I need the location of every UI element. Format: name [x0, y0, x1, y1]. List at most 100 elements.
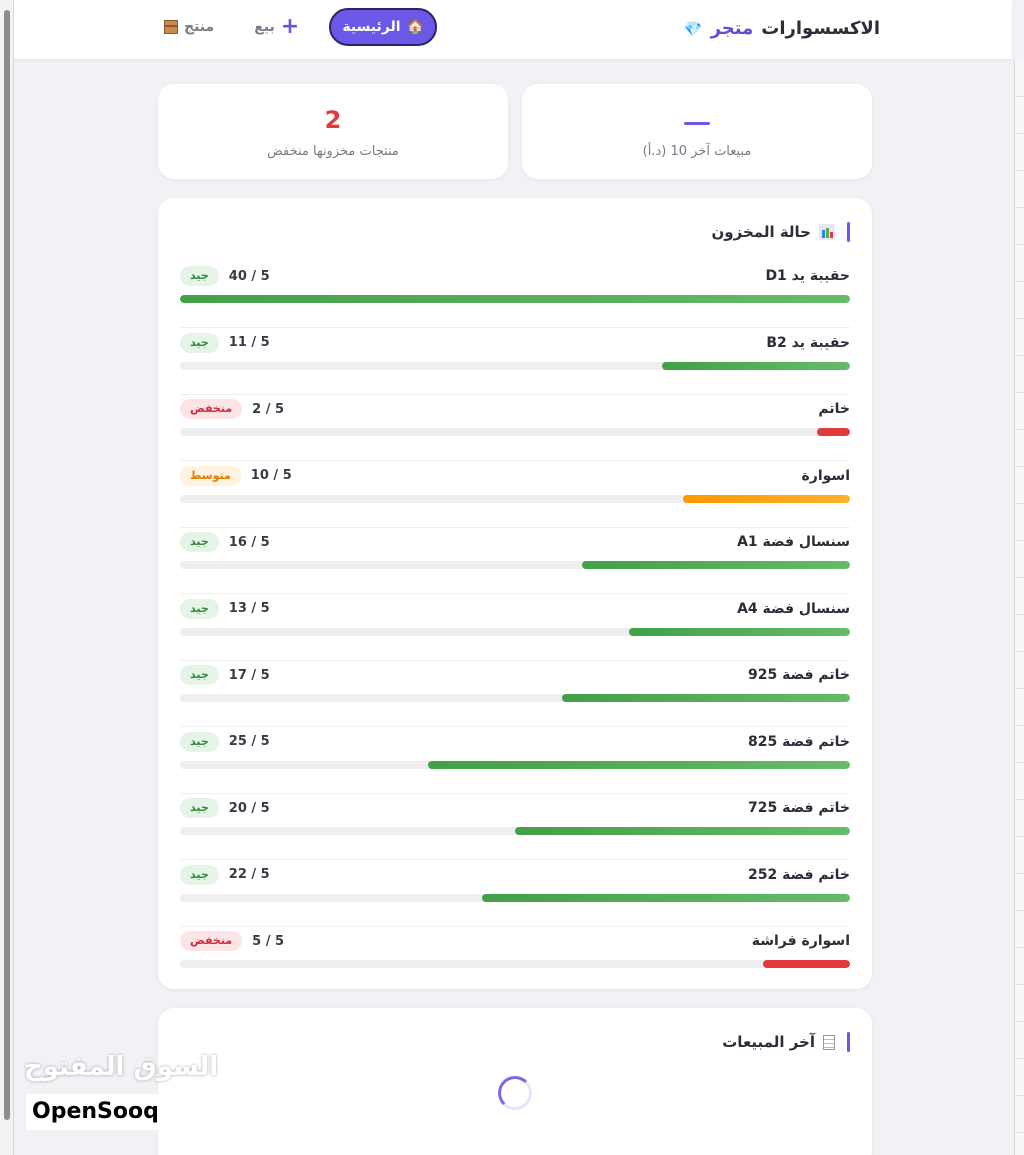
stock-progress-track [180, 827, 850, 835]
inventory-row[interactable]: سنسال فضة A1 جيد 16 / 5 [180, 528, 850, 594]
status-badge: جيد [180, 598, 219, 619]
status-badge: جيد [180, 864, 219, 885]
stock-progress-fill [762, 960, 850, 968]
stock-progress-track [180, 561, 850, 569]
stock-progress-fill [662, 361, 850, 370]
window-scrollbar-thumb[interactable] [4, 10, 10, 1120]
watermark-arabic: السوق المفتوح [24, 1052, 219, 1082]
stock-progress-fill [682, 494, 850, 503]
product-name: سنسال فضة A1 [737, 534, 850, 550]
stock-progress-track [180, 428, 850, 436]
stock-progress-track [180, 960, 850, 968]
status-badge: جيد [180, 665, 219, 685]
window-scrollbar[interactable] [0, 0, 14, 1155]
stock-progress-fill [180, 295, 850, 303]
stock-progress-fill [582, 561, 850, 569]
sales-value-dash [684, 122, 710, 125]
brand[interactable]: 💎 متجر الاكسسوارات [684, 18, 880, 39]
inventory-row[interactable]: خاتم فضة 725 جيد 20 / 5 [180, 794, 850, 860]
inventory-row[interactable]: اسوارة فراشة منخفض 5 / 5 [180, 927, 850, 993]
gem-icon: 💎 [683, 19, 703, 38]
nav-home-label: الرئيسية [342, 19, 401, 35]
status-badge: جيد [180, 731, 219, 752]
inventory-row[interactable]: خاتم فضة 825 جيد 25 / 5 [180, 728, 850, 794]
inventory-title-text: حالة المخزون [711, 223, 812, 241]
stock-progress-fill [515, 827, 850, 835]
stock-progress-track [180, 893, 850, 902]
stock-progress-track [180, 760, 850, 769]
nav-home-button[interactable]: الرئيسية 🏠 [329, 8, 438, 46]
title-accent-bar [847, 1032, 850, 1052]
product-name: خاتم [818, 401, 850, 417]
inventory-row[interactable]: خاتم فضة 252 جيد 22 / 5 [180, 861, 850, 927]
inventory-row[interactable]: حقيبة يد B2 جيد 11 / 5 [180, 329, 850, 395]
stock-progress-fill [561, 694, 850, 702]
low-stock-label: منتجات مخزونها منخفض [267, 144, 399, 159]
status-badge: جيد [180, 798, 219, 818]
inventory-row[interactable]: اسوارة متوسط 10 / 5 [180, 462, 850, 528]
stock-quantity: 20 / 5 [228, 800, 270, 816]
recent-sales-title: آخر المبيعات [722, 1032, 850, 1052]
status-badge: متوسط [180, 465, 241, 486]
stock-progress-track [180, 494, 850, 503]
stock-progress-track [180, 295, 850, 303]
stock-quantity: 13 / 5 [228, 601, 270, 616]
nav-sale-label: بيع [254, 19, 275, 35]
product-name: حقيبة يد B2 [766, 334, 850, 351]
stock-meta: متوسط 10 / 5 [180, 465, 292, 486]
brand-name-part1: متجر [710, 18, 754, 39]
nav-product-button[interactable]: منتج [154, 8, 224, 46]
product-name: اسوارة [801, 467, 850, 484]
box-icon [164, 20, 178, 34]
product-name: حقيبة يد D1 [765, 268, 850, 284]
stat-card-sales: مبيعات آخر 10 (د.أ) [522, 84, 872, 179]
inventory-row[interactable]: خاتم منخفض 2 / 5 [180, 395, 850, 461]
stock-meta: جيد 20 / 5 [180, 798, 270, 818]
stock-quantity: 22 / 5 [228, 867, 270, 882]
stock-quantity: 5 / 5 [252, 933, 285, 949]
stock-quantity: 2 / 5 [252, 401, 285, 417]
stock-quantity: 10 / 5 [250, 468, 292, 483]
inventory-row[interactable]: خاتم فضة 925 جيد 17 / 5 [180, 661, 850, 727]
main-nav: منتج بيع + الرئيسية 🏠 [154, 8, 438, 46]
status-badge: منخفض [180, 399, 243, 419]
stock-progress-track [180, 627, 850, 636]
status-badge: جيد [180, 532, 219, 552]
stat-card-low-stock: 2 منتجات مخزونها منخفض [158, 84, 508, 179]
stock-progress-track [180, 694, 850, 702]
top-navbar: 💎 متجر الاكسسوارات منتج بيع + الرئيسية 🏠 [14, 0, 1012, 60]
bar-chart-icon [819, 224, 835, 240]
stock-progress-fill [481, 893, 850, 902]
stock-meta: جيد 11 / 5 [180, 332, 270, 353]
receipt-icon [823, 1034, 835, 1050]
inventory-row[interactable]: سنسال فضة A4 جيد 13 / 5 [180, 595, 850, 661]
product-name: خاتم فضة 725 [747, 800, 850, 816]
stock-quantity: 25 / 5 [228, 734, 270, 749]
recent-sales-card: آخر المبيعات [158, 1008, 872, 1155]
product-name: اسوارة فراشة [751, 933, 850, 949]
stock-quantity: 40 / 5 [228, 268, 270, 284]
product-name: سنسال فضة A4 [737, 600, 850, 617]
status-badge: منخفض [180, 931, 243, 951]
stock-quantity: 11 / 5 [228, 335, 270, 350]
inventory-row[interactable]: حقيبة يد D1 جيد 40 / 5 [180, 262, 850, 328]
stock-progress-fill [628, 627, 850, 636]
plus-icon: + [280, 14, 300, 39]
house-icon: 🏠 [406, 19, 424, 35]
inventory-card: حالة المخزون حقيبة يد D1 جيد 40 / 5 حقيبة ي… [158, 198, 872, 989]
watermark-english: OpenSooq [26, 1094, 165, 1130]
stock-meta: جيد 16 / 5 [180, 532, 270, 552]
inventory-title: حالة المخزون [711, 222, 850, 242]
stock-meta: جيد 22 / 5 [180, 864, 270, 885]
recent-sales-title-text: آخر المبيعات [722, 1033, 815, 1051]
stock-progress-fill [816, 428, 850, 436]
product-name: خاتم فضة 825 [747, 733, 850, 750]
stock-meta: منخفض 5 / 5 [180, 931, 284, 951]
stock-meta: جيد 40 / 5 [180, 266, 270, 286]
stock-quantity: 17 / 5 [228, 667, 270, 683]
nav-sale-button[interactable]: بيع + [244, 8, 309, 46]
nav-product-label: منتج [184, 19, 215, 35]
background-strip [1014, 60, 1024, 1155]
title-accent-bar [847, 222, 850, 242]
loading-spinner [498, 1076, 532, 1110]
